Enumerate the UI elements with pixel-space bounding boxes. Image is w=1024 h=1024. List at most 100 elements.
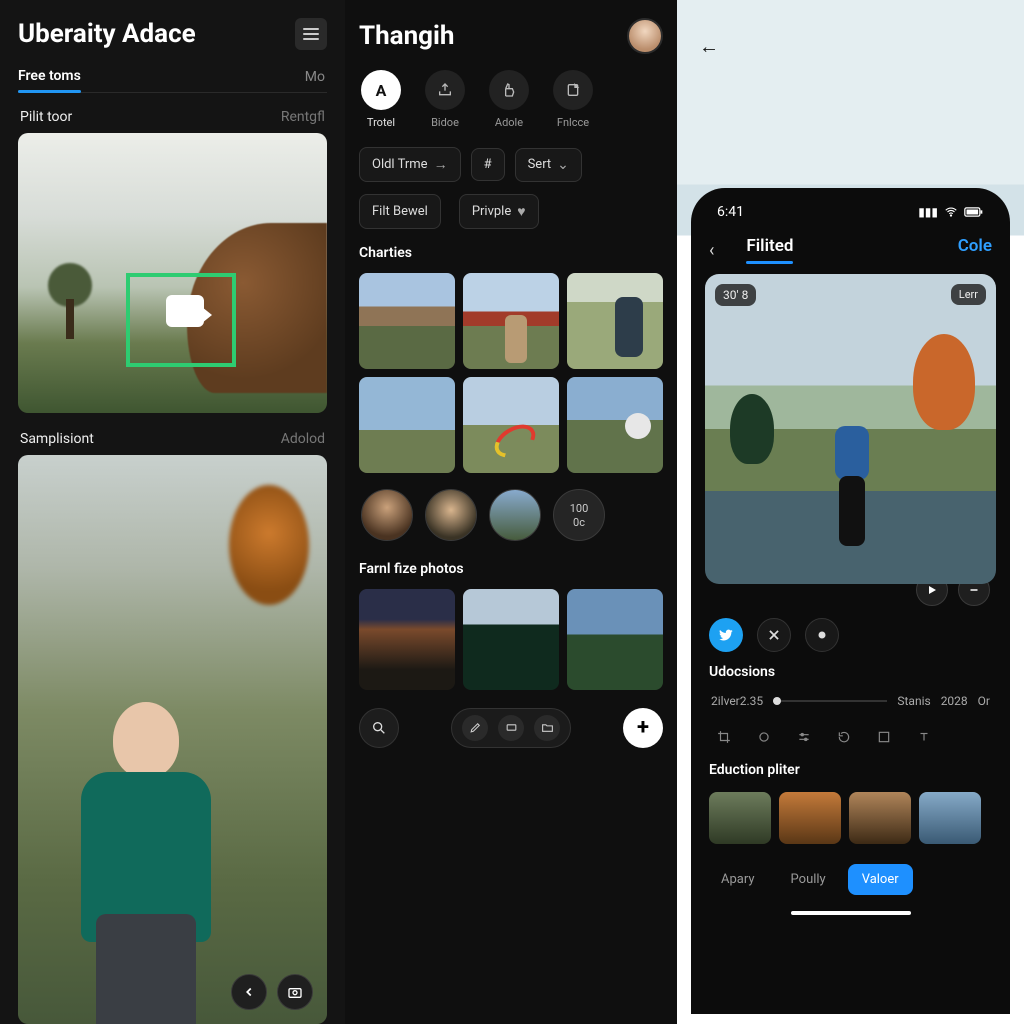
wifi-icon [944, 205, 958, 219]
thumb-autumn-path[interactable] [359, 273, 455, 369]
folder-icon[interactable] [534, 715, 560, 741]
right-panel: ← 6:41 ▮▮▮ ‹ Filited Cole [677, 0, 1024, 1024]
tab-valoer[interactable]: Valoer [848, 864, 913, 895]
rect-icon[interactable] [498, 715, 524, 741]
timeline-r2: 2028 [941, 694, 968, 708]
record-button[interactable] [805, 618, 839, 652]
story-1[interactable] [361, 489, 413, 541]
section-samplisiont-label: Samplisiont [20, 431, 94, 447]
menu-button[interactable] [295, 18, 327, 50]
page-back-icon[interactable]: ← [699, 34, 719, 59]
tree-graphic [42, 253, 98, 343]
timeline-r1: Stanis [897, 694, 930, 708]
nav-trotel[interactable]: A Trotel [361, 70, 401, 129]
thumb-gauge[interactable] [463, 377, 559, 473]
tab-free-toms[interactable]: Free toms [18, 62, 81, 92]
filter-thumb-3[interactable] [849, 792, 911, 844]
filter-thumb-1[interactable] [709, 792, 771, 844]
user-avatar[interactable] [627, 18, 663, 54]
comment-bubble-icon[interactable] [166, 295, 204, 327]
edit-icon[interactable] [462, 715, 488, 741]
pill-hash[interactable]: # [471, 148, 505, 181]
nav-bidoe[interactable]: Bidoe [425, 70, 465, 129]
story-badge[interactable]: 100 0c [553, 489, 605, 541]
share-twitter-button[interactable] [709, 618, 743, 652]
story-3[interactable] [489, 489, 541, 541]
pill-privple[interactable]: Privple ♥ [459, 194, 539, 229]
timeline-bar[interactable] [773, 700, 887, 702]
letter-a-icon: A [361, 70, 401, 110]
thumb-lake[interactable] [567, 589, 663, 690]
filter-strip[interactable] [705, 788, 996, 848]
hero-photo[interactable]: 30' 8 Lerr [705, 274, 996, 584]
section-udocsions-label: Udocsions [705, 664, 996, 680]
panel2-title: Thangih [359, 21, 454, 51]
back-chevron-icon[interactable]: ‹ [709, 240, 720, 261]
nav-bidoe-label: Bidoe [431, 116, 459, 129]
tab-apary[interactable]: Apary [707, 864, 769, 895]
arrow-right-icon: → [434, 156, 448, 173]
tool-crop-icon[interactable] [711, 724, 737, 750]
thumb-icon [489, 70, 529, 110]
filter-thumb-4[interactable] [919, 792, 981, 844]
nav-fnlcce-label: Fnlcce [557, 116, 589, 129]
hero-tree-left [729, 394, 775, 504]
thumb-sunset[interactable] [359, 589, 455, 690]
pill-old-time[interactable]: Oldl Trme → [359, 147, 461, 182]
chevron-down-icon: ⌄ [557, 157, 569, 173]
section-samplisiont-right: Adolod [281, 431, 325, 447]
nav-fnlcce[interactable]: Fnlcce [553, 70, 593, 129]
thumb-pines[interactable] [463, 589, 559, 690]
photo-horse-field[interactable] [18, 133, 327, 413]
note-icon [553, 70, 593, 110]
pill-sort[interactable]: Sert ⌄ [515, 148, 582, 182]
search-button[interactable] [359, 708, 399, 748]
section-filter-label: Eduction pliter [705, 762, 996, 778]
pill-filt-bewel[interactable]: Filt Bewel [359, 194, 441, 229]
export-icon [425, 70, 465, 110]
tool-rotate-icon[interactable] [831, 724, 857, 750]
timeline-left: 2ilver [711, 694, 740, 708]
timeline[interactable]: 2ilver 2.35 Stanis 2028 Or [705, 690, 996, 712]
filter-thumb-2[interactable] [779, 792, 841, 844]
add-button[interactable]: + [623, 708, 663, 748]
phone-frame: 6:41 ▮▮▮ ‹ Filited Cole 30' 8 Le [691, 188, 1010, 1014]
story-badge-bot: 0c [573, 516, 585, 529]
section-pilit-label: Pilit toor [20, 109, 72, 125]
close-button[interactable] [757, 618, 791, 652]
left-panel: Uberaity Adace Free toms Mo Pilit toor R… [0, 0, 345, 1024]
tab-cole[interactable]: Cole [958, 236, 992, 264]
pill-old-time-label: Oldl Trme [372, 157, 428, 172]
pill-sort-label: Sert [528, 157, 552, 172]
thumb-sky-field[interactable] [359, 377, 455, 473]
photo-woman-field[interactable] [18, 455, 327, 1024]
camera-button[interactable] [277, 974, 313, 1010]
bottom-pill-group [451, 708, 571, 748]
tool-circle-icon[interactable] [751, 724, 777, 750]
thumb-red-tree[interactable] [463, 273, 559, 369]
app-title: Uberaity Adace [18, 19, 196, 49]
section-pilit-right: Rentgfl [281, 109, 325, 125]
status-time: 6:41 [717, 204, 744, 220]
tool-text-icon[interactable] [911, 724, 937, 750]
section-charties-label: Charties [359, 241, 663, 261]
tab-filited[interactable]: Filited [746, 236, 793, 264]
thumb-kid-field[interactable] [567, 273, 663, 369]
prev-button[interactable] [231, 974, 267, 1010]
tab-mo[interactable]: Mo [305, 69, 327, 85]
tool-adjust-icon[interactable] [791, 724, 817, 750]
pill-privple-label: Privple [472, 204, 511, 219]
timeline-mid: 2.35 [740, 694, 763, 708]
signal-icon: ▮▮▮ [918, 205, 938, 219]
story-2[interactable] [425, 489, 477, 541]
center-panel: Thangih A Trotel Bidoe Adole [345, 0, 677, 1024]
tool-frame-icon[interactable] [871, 724, 897, 750]
nav-adole[interactable]: Adole [489, 70, 529, 129]
story-badge-top: 100 [570, 502, 589, 515]
tab-poully[interactable]: Poully [777, 864, 840, 895]
hero-badge-left: 30' 8 [715, 284, 756, 306]
status-icons: ▮▮▮ [918, 204, 984, 220]
home-indicator[interactable] [791, 911, 911, 915]
thumb-meadow[interactable] [567, 377, 663, 473]
hero-tree-right [912, 334, 976, 484]
